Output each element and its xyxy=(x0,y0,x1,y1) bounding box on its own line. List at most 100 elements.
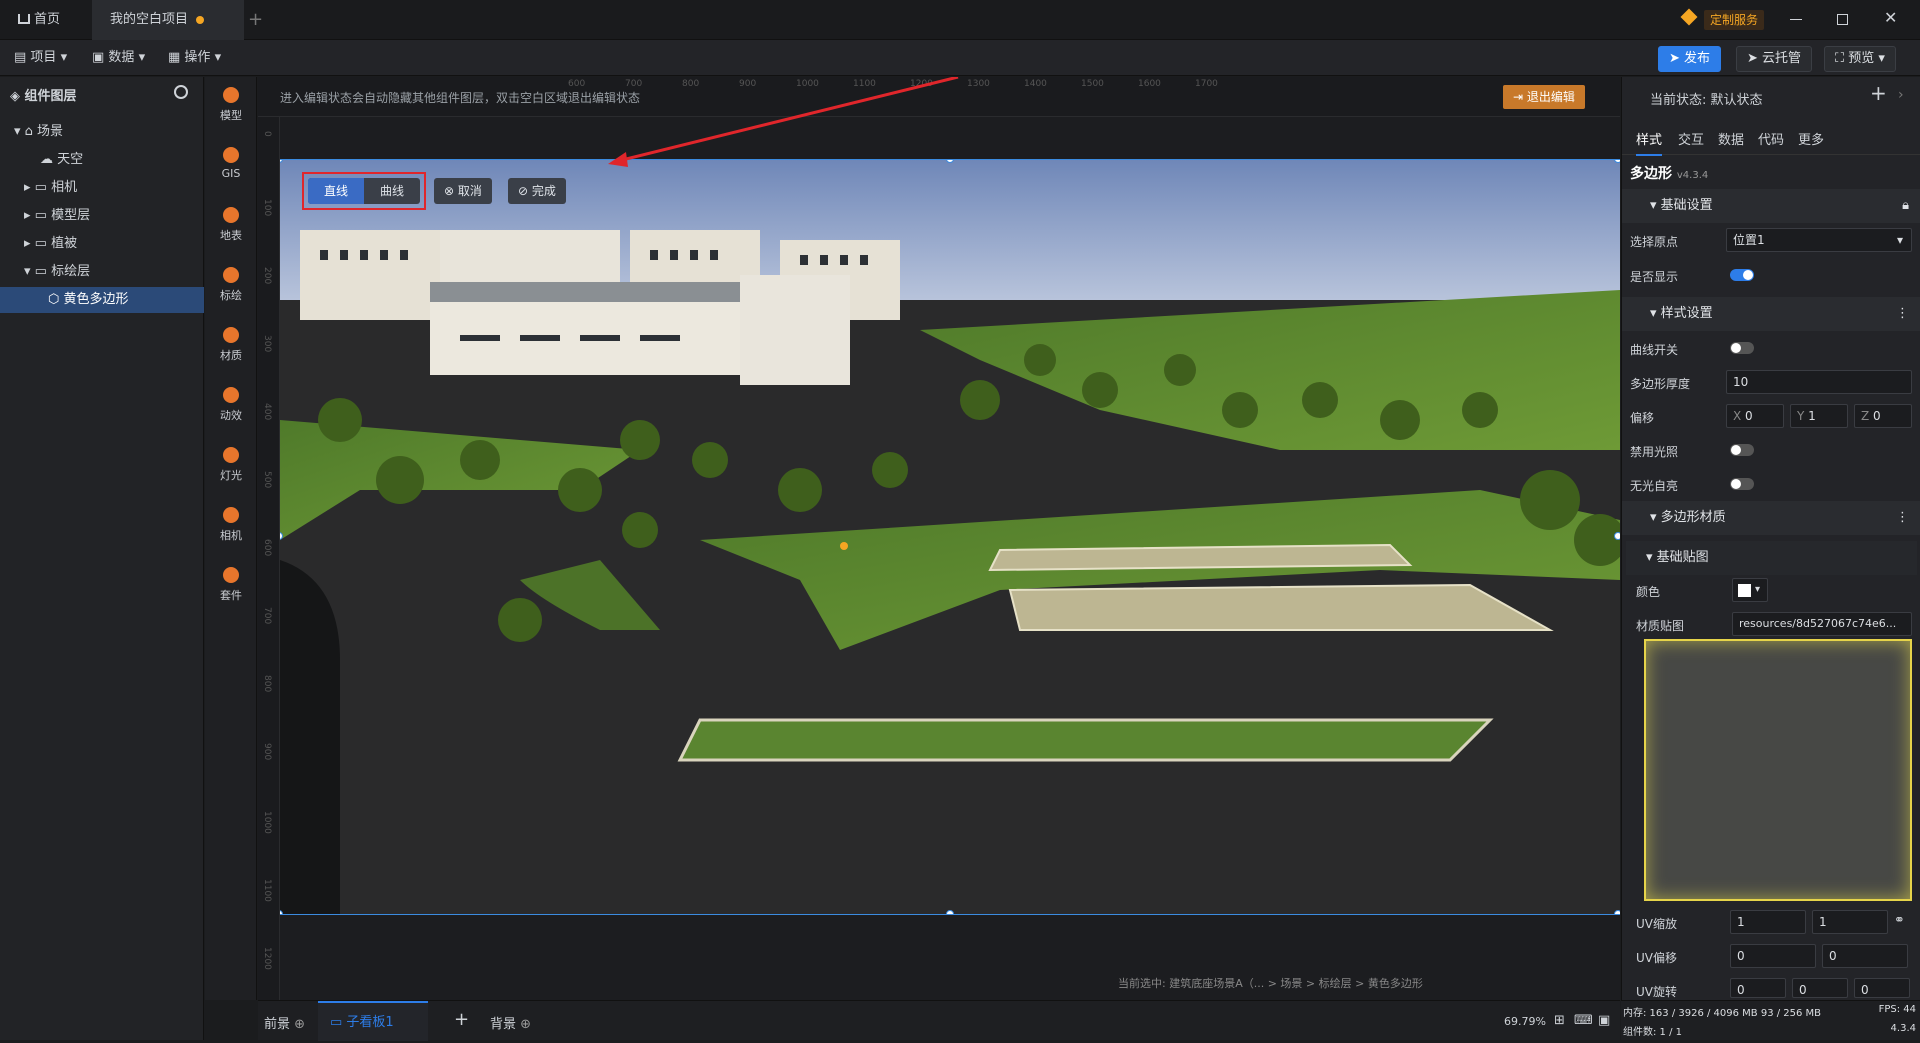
line-button[interactable]: 直线 xyxy=(308,178,365,204)
title-bar: 首页 我的空白项目 + 定制服务 ✕ xyxy=(0,0,1920,40)
cloud-button[interactable]: ➤ 云托管 xyxy=(1736,46,1813,72)
tool-surface-label: 地表 xyxy=(220,229,242,242)
close-icon[interactable]: ✕ xyxy=(1884,8,1897,27)
minimize-icon[interactable] xyxy=(1790,19,1802,20)
tree-item-plot-layer[interactable]: ▾ ▭ 标绘层 xyxy=(0,259,204,285)
tool-effect[interactable]: 动效 xyxy=(205,377,257,437)
offset-z-input[interactable]: Z 0 xyxy=(1854,404,1912,428)
link-icon[interactable]: ⚭ xyxy=(1894,913,1905,928)
disable-light-toggle[interactable] xyxy=(1730,444,1754,456)
done-button[interactable]: ⊘ 完成 xyxy=(508,178,566,204)
section-basic-map[interactable]: ▾ 基础贴图 xyxy=(1626,541,1917,575)
cloud-label: 云托管 xyxy=(1762,51,1802,66)
ruler-left: 0 100 200 300 400 500 600 700 800 900 1000 1100 1200 xyxy=(258,117,280,1000)
thickness-input[interactable]: 10 xyxy=(1726,370,1912,394)
uv-rotate-c-input[interactable]: 0 xyxy=(1854,978,1910,998)
tab-data[interactable]: 数据 xyxy=(1718,129,1744,148)
uv-offset-x-input[interactable]: 0 xyxy=(1730,944,1816,968)
section-style[interactable]: ▾ 样式设置 ⋮ xyxy=(1622,297,1920,331)
console-icon[interactable]: ▣ xyxy=(1598,1013,1610,1028)
uv-scale-y-input[interactable]: 1 xyxy=(1812,910,1888,934)
menu-data-label: 数据 xyxy=(108,50,135,65)
custom-service-button[interactable]: 定制服务 xyxy=(1704,10,1765,30)
tool-material[interactable]: 材质 xyxy=(205,317,257,377)
tool-kit[interactable]: 套件 xyxy=(205,557,257,617)
tree-item-camera[interactable]: ▸ ▭ 相机 xyxy=(0,175,204,201)
scene-viewport[interactable]: 直线 曲线 ⊗ 取消 ⊘ 完成 xyxy=(280,159,1620,915)
visible-label: 是否显示 xyxy=(1630,270,1679,284)
search-icon[interactable] xyxy=(174,85,188,99)
color-picker[interactable]: ▾ xyxy=(1732,578,1768,602)
chevron-right-icon[interactable]: › xyxy=(1898,87,1904,103)
tree-item-yellow-polygon[interactable]: ⬡ 黄色多边形 xyxy=(0,287,204,313)
tree-item-sky[interactable]: ☁ 天空 xyxy=(0,147,204,173)
selection-path: 当前选中: 建筑底座场景A（... > 场景 > 标绘层 > 黄色多边形 xyxy=(1118,977,1423,990)
front-layer-tab[interactable]: 前景 ⊕ xyxy=(264,1013,305,1032)
uv-rotate-a-input[interactable]: 0 xyxy=(1730,978,1786,998)
preview-button[interactable]: ⛶ 预览 ▾ xyxy=(1824,46,1896,72)
tool-surface[interactable]: 地表 xyxy=(205,197,257,257)
tool-light[interactable]: 灯光 xyxy=(205,437,257,497)
ruler-tick-label: 600 xyxy=(568,79,586,89)
selection-handle[interactable] xyxy=(1614,910,1620,914)
tab-project-label: 我的空白项目 xyxy=(110,12,189,27)
tab-more[interactable]: 更多 xyxy=(1798,129,1824,148)
selection-handle[interactable] xyxy=(1614,160,1620,163)
add-board-button[interactable]: + xyxy=(454,1009,469,1030)
color-swatch xyxy=(1738,584,1751,597)
tab-style[interactable]: 样式 xyxy=(1636,129,1663,156)
tool-plot[interactable]: 标绘 xyxy=(205,257,257,317)
offset-y-input[interactable]: Y 1 xyxy=(1790,404,1848,428)
board-tab[interactable]: ▭ 子看板1 xyxy=(318,1001,428,1041)
add-state-button[interactable]: + xyxy=(1870,81,1887,105)
fit-icon[interactable]: ⊞ xyxy=(1554,1013,1565,1028)
uv-scale-x-input[interactable]: 1 xyxy=(1730,910,1806,934)
tab-interaction[interactable]: 交互 xyxy=(1678,129,1704,148)
origin-select[interactable]: 位置1 ▾ xyxy=(1726,228,1912,252)
tool-model[interactable]: 模型 xyxy=(205,77,257,137)
keyboard-icon[interactable]: ⌨ xyxy=(1574,1013,1593,1028)
ruler-tick-label: 100 xyxy=(262,199,272,217)
section-material[interactable]: ▾ 多边形材质 ⋮ xyxy=(1622,501,1920,535)
tab-project[interactable]: 我的空白项目 xyxy=(92,0,244,40)
menu-project[interactable]: ▤ 项目 ▾ xyxy=(14,40,67,76)
cancel-button[interactable]: ⊗ 取消 xyxy=(434,178,492,204)
selection-handle[interactable] xyxy=(1614,532,1620,540)
offset-x-input[interactable]: X 0 xyxy=(1726,404,1784,428)
tree-item-model-layer[interactable]: ▸ ▭ 模型层 xyxy=(0,203,204,229)
menu-operation[interactable]: ▦ 操作 ▾ xyxy=(168,40,221,76)
menu-bar: ▤ 项目 ▾ ▣ 数据 ▾ ▦ 操作 ▾ ➤ 发布 ➤ 云托管 ⛶ 预览 ▾ xyxy=(0,40,1920,76)
more-icon[interactable]: ⋮ xyxy=(1896,297,1909,331)
uv-rotate-b-input[interactable]: 0 xyxy=(1792,978,1848,998)
add-circle-icon[interactable]: ⊕ xyxy=(294,1017,305,1032)
uv-offset-y-input[interactable]: 0 xyxy=(1822,944,1908,968)
tree-item-scene[interactable]: ▾ ⌂ 场景 xyxy=(0,119,204,145)
component-title: 多边形 xyxy=(1630,166,1672,182)
ruler-tick-label: 800 xyxy=(262,675,272,693)
tab-home[interactable]: 首页 xyxy=(0,0,92,40)
zoom-level[interactable]: 69.79% xyxy=(1504,1015,1546,1028)
tool-gis[interactable]: GIS xyxy=(205,137,257,197)
menu-data[interactable]: ▣ 数据 ▾ xyxy=(92,40,145,76)
texture-preview[interactable] xyxy=(1644,639,1912,901)
no-light-toggle[interactable] xyxy=(1730,478,1754,490)
add-tab-button[interactable]: + xyxy=(248,10,268,30)
more-icon[interactable]: ⋮ xyxy=(1896,501,1909,535)
tool-camera[interactable]: 相机 xyxy=(205,497,257,557)
texture-select[interactable]: resources/8d527067c74e6... xyxy=(1732,612,1912,636)
restore-icon[interactable] xyxy=(1837,14,1848,25)
canvas-area[interactable]: 进入编辑状态会自动隐藏其他组件图层，双击空白区域退出编辑状态 ⇥ 退出编辑 60… xyxy=(258,77,1620,1000)
tree-item-vegetation[interactable]: ▸ ▭ 植被 xyxy=(0,231,204,257)
add-circle-icon[interactable]: ⊕ xyxy=(520,1017,531,1032)
visible-toggle[interactable] xyxy=(1730,269,1754,281)
tool-camera-label: 相机 xyxy=(220,529,242,542)
curve-button[interactable]: 曲线 xyxy=(364,178,420,204)
selection-handle[interactable] xyxy=(946,910,954,914)
back-layer-tab[interactable]: 背景 ⊕ xyxy=(490,1013,531,1032)
lock-icon[interactable]: 🔒︎ xyxy=(1902,189,1909,223)
tab-code[interactable]: 代码 xyxy=(1758,129,1784,148)
section-basic[interactable]: ▾ 基础设置 🔒︎ xyxy=(1622,189,1920,223)
component-count: 组件数: 1 / 1 xyxy=(1623,1027,1682,1038)
curve-toggle[interactable] xyxy=(1730,342,1754,354)
publish-button[interactable]: ➤ 发布 xyxy=(1658,46,1722,72)
